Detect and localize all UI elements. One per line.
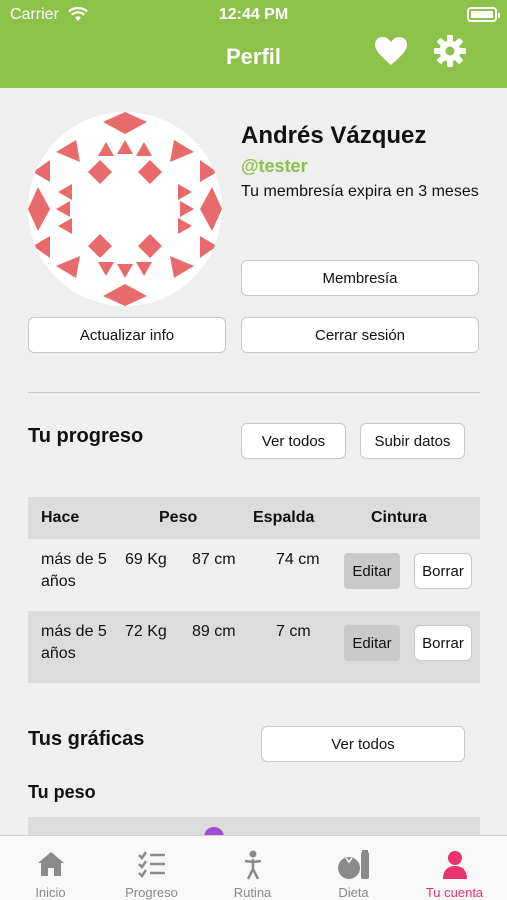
battery-icon	[467, 7, 500, 22]
cell-weight: 69 Kg	[125, 551, 167, 568]
column-header-back: Espalda	[253, 509, 315, 526]
upload-data-button[interactable]: Subir datos	[360, 423, 465, 459]
table-row: más de 5 años 69 Kg 87 cm 74 cm Editar B…	[28, 539, 480, 611]
avatar[interactable]	[28, 112, 222, 306]
tab-label: Inicio	[35, 885, 66, 900]
charts-view-all-button[interactable]: Ver todos	[261, 726, 465, 762]
progress-view-all-button[interactable]: Ver todos	[241, 423, 346, 459]
status-bar: Carrier 12:44 PM	[0, 0, 507, 30]
logout-button[interactable]: Cerrar sesión	[241, 317, 479, 353]
membership-expiry-text: Tu membresía expira en 3 meses	[241, 183, 479, 200]
tab-label: Tu cuenta	[425, 885, 484, 900]
tab-label: Progreso	[125, 885, 178, 900]
delete-button[interactable]: Borrar	[414, 625, 472, 661]
top-header: Carrier 12:44 PM Perfil	[0, 0, 507, 88]
column-header-waist: Cintura	[371, 509, 427, 526]
update-info-button[interactable]: Actualizar info	[28, 317, 226, 353]
column-header-weight: Peso	[159, 509, 198, 526]
cell-waist: 74 cm	[276, 551, 320, 568]
figure-icon	[202, 850, 303, 880]
divider	[28, 392, 480, 393]
tab-label: Dieta	[338, 885, 369, 900]
tab-label: Rutina	[233, 885, 272, 900]
weight-chart-area	[28, 817, 480, 837]
cell-waist: 7 cm	[276, 623, 311, 640]
membership-button[interactable]: Membresía	[241, 260, 479, 296]
checklist-icon	[101, 850, 202, 880]
tab-dieta[interactable]: Dieta	[303, 836, 404, 900]
edit-button[interactable]: Editar	[344, 553, 400, 589]
progress-title: Tu progreso	[28, 425, 144, 447]
cell-ago: más de 5 años	[41, 551, 107, 590]
tab-rutina[interactable]: Rutina	[202, 836, 303, 900]
tab-progreso[interactable]: Progreso	[101, 836, 202, 900]
progress-table-header: Hace Peso Espalda Cintura	[28, 497, 480, 539]
column-header-ago: Hace	[41, 509, 80, 526]
profile-handle: @tester	[241, 156, 308, 176]
gear-icon[interactable]	[433, 34, 467, 68]
weight-chart-title: Tu peso	[28, 782, 96, 802]
tab-inicio[interactable]: Inicio	[0, 836, 101, 900]
edit-button[interactable]: Editar	[344, 625, 400, 661]
tab-bar: Inicio Progreso Rutina Dieta Tu cuenta	[0, 835, 507, 900]
cell-back: 87 cm	[192, 551, 236, 568]
profile-name: Andrés Vázquez	[241, 122, 427, 149]
charts-title: Tus gráficas	[28, 728, 145, 750]
user-icon	[404, 850, 505, 880]
cell-weight: 72 Kg	[125, 623, 167, 640]
food-icon	[303, 850, 404, 880]
page-title: Perfil	[225, 44, 282, 69]
cell-ago: más de 5 años	[41, 623, 107, 662]
home-icon	[0, 850, 101, 880]
cell-back: 89 cm	[192, 623, 236, 640]
avatar-pattern	[28, 112, 222, 306]
tab-tu-cuenta[interactable]: Tu cuenta	[404, 836, 505, 900]
clock: 12:44 PM	[218, 6, 289, 23]
heart-icon[interactable]	[374, 36, 408, 66]
delete-button[interactable]: Borrar	[414, 553, 472, 589]
table-row: más de 5 años 72 Kg 89 cm 7 cm Editar Bo…	[28, 611, 480, 683]
